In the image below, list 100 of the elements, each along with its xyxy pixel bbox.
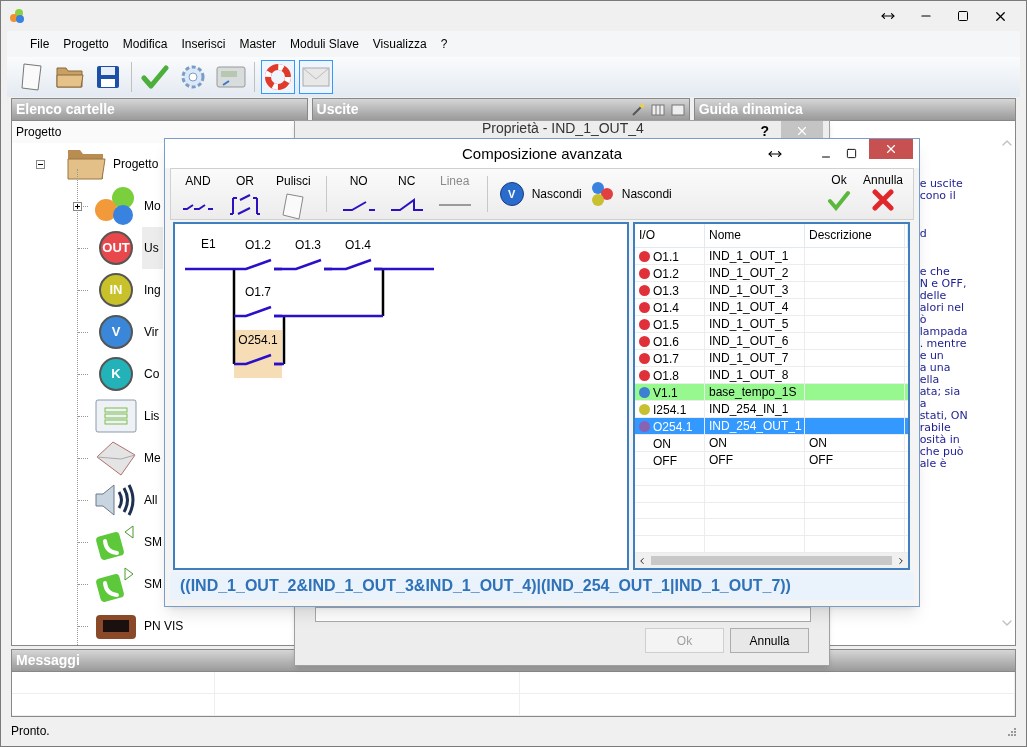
table-row[interactable]: OFF OFF OFF [635,451,908,469]
round-badge-icon: V [499,182,524,206]
tool-button[interactable]: AND [175,172,221,216]
list-window-icon [95,399,137,433]
table-cell-text: O1.2 [653,265,679,283]
table-row[interactable]: O1.6 IND_1_OUT_6 [635,332,908,350]
contact-cell[interactable]: O1.4 [334,235,382,283]
tree-item-label[interactable]: Mo [142,185,165,227]
ok-button[interactable]: Ok [820,171,857,217]
help-text-line: ò [919,314,928,326]
maximize-icon[interactable] [846,148,857,159]
round-badge-icon: V [99,315,133,349]
contact-cell[interactable]: O1.2 [234,235,282,283]
contact-symbol [232,353,284,366]
tree-item-label[interactable]: All [142,479,162,521]
scroll-right-icon [896,555,906,566]
table-cell: IND_1_OUT_5 [705,315,805,334]
contact-symbol [332,258,384,271]
table-cell: IND_1_OUT_3 [705,281,805,300]
menu-item[interactable]: Visualizza [365,35,434,53]
table-cell: IND_1_OUT_4 [705,298,805,317]
open-contact-icon [341,198,376,212]
column-header[interactable]: Nome [705,224,805,247]
maximize-icon[interactable] [957,10,969,22]
round-badge-icon: K [99,357,133,391]
table-row[interactable]: ON ON ON [635,434,908,452]
contact-label: O1.3 [295,239,321,251]
table-cell-text: O1.4 [653,299,679,317]
input-label: E1 [201,238,216,250]
table-cell-text: O1.5 [653,316,679,334]
contact-symbol [232,305,284,318]
table-cell-text: O1.1 [653,248,679,266]
help-button[interactable]: ? [760,120,769,142]
phone-icon [96,566,136,602]
tree-item-label[interactable]: Lis [142,395,164,437]
list-view-icon[interactable] [670,103,685,116]
toolbar-button[interactable] [261,60,295,94]
hide-button[interactable]: Nascondi [585,174,676,214]
collapse-icon[interactable] [36,159,45,169]
menu-item[interactable]: Master [232,35,284,53]
table-row[interactable]: O1.1 IND_1_OUT_1 [635,247,908,265]
close-button[interactable] [869,139,913,159]
contact-cell[interactable]: O254.1 [234,330,282,378]
tool-button[interactable]: Pulisci [269,172,318,216]
line-icon [437,202,472,208]
text-field[interactable] [315,607,811,622]
new-document-icon [19,62,45,92]
help-text-line: d [919,228,928,240]
contact-label: O1.7 [245,286,271,298]
expand-icon[interactable] [73,201,82,211]
menu-item[interactable]: Inserisci [174,35,233,53]
contact-symbol [232,258,284,271]
settings-icon [179,63,207,91]
table-cell-text: O1.8 [653,367,679,385]
tool-button[interactable]: NO [334,172,383,216]
tree-item-label[interactable]: Vir [142,311,163,353]
resize-grip-icon[interactable] [1006,726,1016,736]
help-text-line: a una [919,362,952,374]
table-row[interactable]: O1.7 IND_1_OUT_7 [635,349,908,367]
hide-button[interactable]: V Nascondi [495,174,586,214]
column-header[interactable]: I/O [635,224,705,247]
close-button[interactable] [781,121,823,141]
table-cell: IND_1_OUT_6 [705,332,805,351]
tree-item-label[interactable]: Co [142,353,164,395]
table-row[interactable]: O1.2 IND_1_OUT_2 [635,264,908,282]
tree-item-label[interactable]: Us [142,227,163,269]
cancel-button[interactable]: Annulla [856,171,909,217]
tree-item-label[interactable]: Ing [142,269,165,311]
column-header[interactable]: Descrizione [805,224,905,247]
tree-item-label[interactable]: SM [142,521,166,563]
menu-item[interactable]: Modifica [115,35,175,53]
grid-view-icon[interactable] [650,103,665,116]
menu-item[interactable]: ? [433,35,455,53]
close-icon [795,124,809,138]
tree-item-label[interactable]: SM [142,563,166,605]
table-row[interactable]: O1.5 IND_1_OUT_5 [635,315,908,333]
horizontal-scrollbar[interactable] [635,553,908,568]
tool-button[interactable]: OR [221,172,269,216]
table-row[interactable]: O1.4 IND_1_OUT_4 [635,298,908,316]
dialog-button[interactable]: Annulla [730,628,809,653]
panel-header: Elenco cartelle [12,99,307,121]
expression-bar: ((IND_1_OUT_2&IND_1_OUT_3&IND_1_OUT_4)|(IND_254_OUT_1|IND_1_OUT_7)) [170,572,914,600]
menu-item[interactable]: Moduli Slave [283,35,366,53]
contact-cell[interactable]: O1.7 [234,282,282,330]
help-text-line: N e OFF, [919,278,968,290]
tree-item-label[interactable]: PN VIS [142,605,188,645]
table-row[interactable]: O1.3 IND_1_OUT_3 [635,281,908,299]
tool-button[interactable]: NC [382,172,431,216]
help-text-line: ale è [919,458,947,470]
contact-cell[interactable]: O1.3 [284,235,332,283]
menu-item[interactable]: Progetto [56,35,116,53]
phone-icon [96,524,136,560]
tree-item-label[interactable]: Me [142,437,165,479]
contact-label: O1.4 [345,239,371,251]
wand-icon[interactable] [630,102,645,117]
help-text-line: ata; sia [919,386,962,398]
help-text-line: alori nel [919,302,966,314]
contact-label: O1.2 [245,239,271,251]
help-text-line: che può [919,446,965,458]
menu-item[interactable]: File [23,35,57,53]
